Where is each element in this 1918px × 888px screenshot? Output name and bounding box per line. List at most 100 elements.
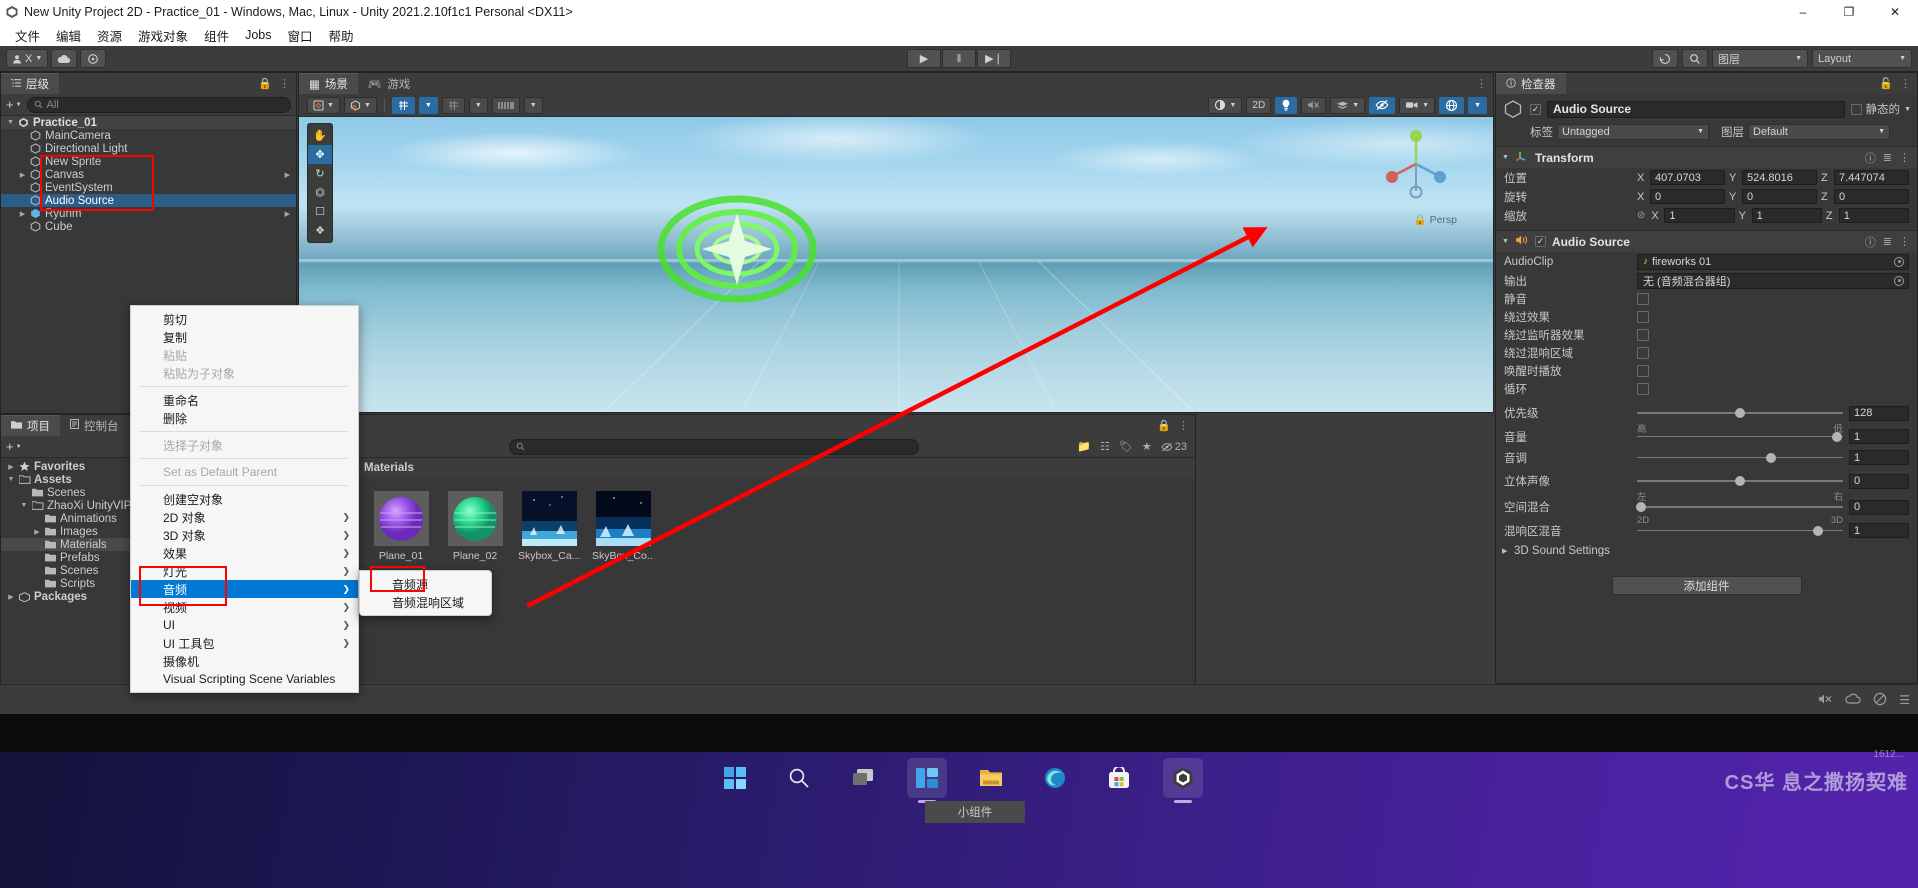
layer-dropdown[interactable]: Default ▼ [1748,123,1890,140]
grid-size-slider[interactable] [491,96,520,114]
edge-icon[interactable] [1035,758,1075,798]
context-menu-item[interactable]: 音频 ❯ [131,580,358,598]
shading-mode-button[interactable]: ▼ [1208,96,1243,114]
asset-grid[interactable]: Plane_01 Plane_02 Skybox_Ca... SkyBox_Co... [356,477,1195,562]
disclosure-triangle-icon[interactable]: ▶ [5,463,17,471]
filter-icon[interactable]: ☷ [1100,440,1110,453]
play-button[interactable]: ▶ [907,49,941,68]
expand-arrow-icon[interactable]: ▶ [285,171,290,179]
audio-slider[interactable]: 2D 3D [1636,500,1843,526]
tab-inspector[interactable]: 检查器 [1496,73,1566,94]
sound3d-foldout[interactable]: ▶ 3D Sound Settings [1496,541,1917,560]
search-icon[interactable] [1682,49,1708,68]
pause-button[interactable]: ‖ [942,49,976,68]
uniform-scale-icon[interactable]: ⊘ [1637,210,1645,221]
tab-game[interactable]: 🎮 游戏 [358,73,420,94]
context-menu-item[interactable]: 视频 ❯ [131,598,358,616]
kebab-icon[interactable]: ⋮ [1476,77,1487,90]
audio-slider-value[interactable]: 1 [1849,429,1909,444]
transform-z-input[interactable]: 1 [1838,208,1909,223]
2d-toggle-button[interactable]: 2D [1246,96,1272,114]
menu-component[interactable]: 组件 [197,24,236,47]
cloud-icon[interactable] [51,49,78,68]
context-menu-item[interactable]: 2D 对象 ❯ [131,508,358,526]
audio-checkbox[interactable] [1637,293,1649,305]
transform-y-input[interactable]: 524.8016 [1742,170,1817,185]
search-icon[interactable] [779,758,819,798]
scene-canvas[interactable]: 🔒 Persp ✋ ✥ ↻ ⏣ ☐ ❖ [299,117,1493,412]
context-menu-item[interactable]: 效果 ❯ [131,544,358,562]
audio-slider[interactable]: 高低 [1637,406,1843,435]
layout-dropdown[interactable]: Layout ▼ [1812,49,1912,68]
hierarchy-item-audio-source[interactable]: Audio Source [1,194,296,207]
kebab-icon[interactable]: ⋮ [1899,235,1910,248]
chevron-down-icon[interactable]: ▼ [1502,154,1509,161]
disclosure-triangle-icon[interactable]: ▼ [18,502,30,509]
menu-help[interactable]: 帮助 [322,24,361,47]
preset-icon[interactable]: ≣ [1883,235,1892,248]
context-menu-item[interactable]: 灯光 ❯ [131,562,358,580]
menu-window[interactable]: 窗口 [280,24,319,47]
disclosure-triangle-icon[interactable]: ▶ [17,171,28,179]
rect-tool-button[interactable]: ☐ [308,202,332,221]
move-tool-button[interactable]: ✥ [308,145,332,164]
context-menu-item[interactable]: UI ❯ [131,616,358,634]
tab-scene[interactable]: ▦ 场景 [299,73,358,94]
audio-checkbox[interactable] [1637,347,1649,359]
no-errors-icon[interactable] [1873,692,1887,709]
account-button[interactable]: X ▼ [6,49,49,68]
hierarchy-item-cube[interactable]: Cube [1,220,296,233]
transform-x-input[interactable]: 407.0703 [1650,170,1725,185]
audio-slider-value[interactable]: 1 [1849,523,1909,538]
menu-edit[interactable]: 编辑 [49,24,88,47]
start-icon[interactable] [715,758,755,798]
audio-source-enabled-checkbox[interactable]: ✓ [1534,236,1546,247]
gameobject-name-input[interactable]: Audio Source [1547,100,1845,118]
menu-assets[interactable]: 资源 [90,24,129,47]
audio-slider[interactable] [1637,524,1843,538]
disclosure-triangle-icon[interactable]: ▶ [5,593,17,601]
expand-arrow-icon[interactable]: ▶ [285,210,290,218]
gizmos-dropdown[interactable]: ▼ [1468,96,1487,114]
hierarchy-search-input[interactable]: All [26,96,291,113]
fx-toggle-button[interactable]: ▼ [1330,96,1366,114]
transform-z-input[interactable]: 7.447074 [1834,170,1909,185]
services-icon[interactable] [80,49,107,68]
gameobject-enabled-checkbox[interactable]: ✓ [1530,103,1541,115]
store-icon[interactable] [1099,758,1139,798]
submenu-item[interactable]: 音频源 [360,575,491,593]
chevron-down-icon[interactable]: ▼ [1502,238,1509,245]
asset-item[interactable]: Plane_01 [370,491,432,562]
menu-gameobject[interactable]: 游戏对象 [131,24,195,47]
camera-toggle-button[interactable]: ▼ [1399,96,1436,114]
hierarchy-item-practice-01[interactable]: ▼ Practice_01 [1,116,296,129]
context-menu-item[interactable]: 剪切 [131,310,358,328]
context-menu-item[interactable]: 创建空对象 [131,490,358,508]
audio-checkbox[interactable] [1637,329,1649,341]
context-menu-item[interactable]: Visual Scripting Scene Variables [131,670,358,688]
kebab-icon[interactable]: ⋮ [1178,419,1189,432]
help-icon[interactable]: ⓘ [1865,234,1876,250]
kebab-icon[interactable]: ⋮ [1899,151,1910,164]
hierarchy-item-new-sprite[interactable]: New Sprite [1,155,296,168]
transform-tool-button[interactable]: ❖ [308,221,332,240]
audio-slider-value[interactable]: 0 [1849,499,1909,515]
transform-y-input[interactable]: 1 [1751,208,1822,223]
transform-x-input[interactable]: 0 [1650,189,1725,204]
snap-increment-dropdown[interactable]: ▼ [468,96,488,114]
audio-source-header[interactable]: ▼ ✓ Audio Source ⓘ ≣ ⋮ [1496,231,1917,252]
lock-icon[interactable]: 🔒 [1157,419,1171,432]
audio-slider[interactable] [1637,430,1843,444]
cloud-status-icon[interactable] [1845,693,1861,708]
preset-icon[interactable]: ≣ [1883,151,1892,164]
hierarchy-item-directional-light[interactable]: Directional Light [1,142,296,155]
kebab-icon[interactable]: ⋮ [279,77,290,90]
add-component-button[interactable]: 添加组件 [1611,576,1802,595]
audio-checkbox[interactable] [1637,365,1649,377]
lock-icon[interactable]: 🔓 [1879,77,1893,90]
context-menu-item[interactable]: 摄像机 [131,652,358,670]
unity-icon[interactable] [1163,758,1203,798]
context-menu-item[interactable]: 3D 对象 ❯ [131,526,358,544]
grid-snap-dropdown[interactable]: ▼ [418,96,438,114]
context-menu-item[interactable]: 重命名 [131,391,358,409]
